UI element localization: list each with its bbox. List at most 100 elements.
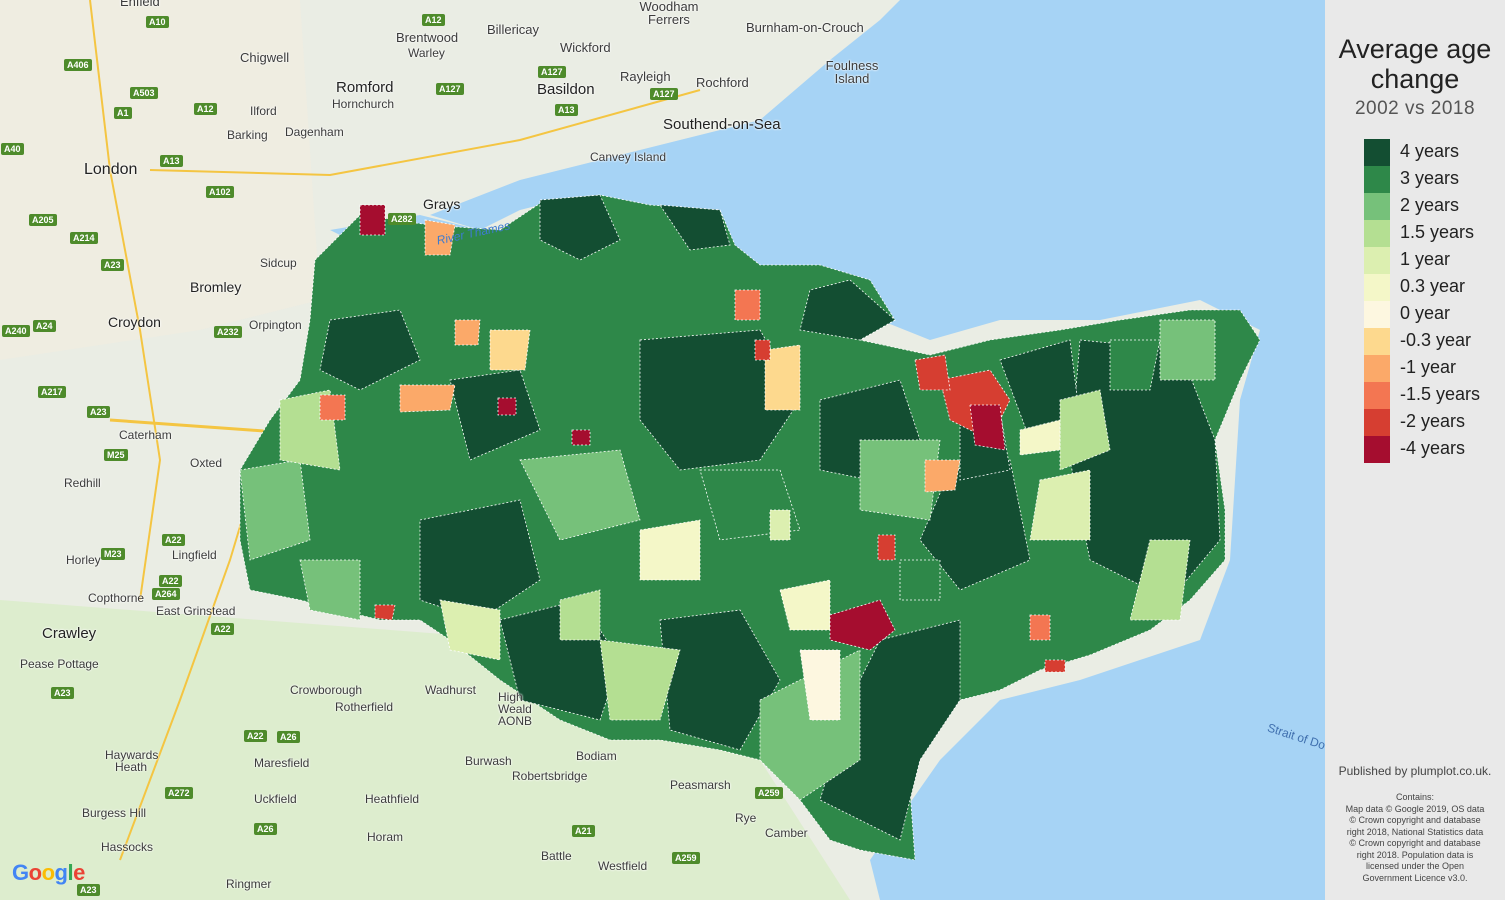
place-label: Oxted bbox=[190, 456, 223, 470]
place-label: Ilford bbox=[250, 104, 277, 118]
place-label: Foulness Island bbox=[825, 58, 879, 86]
road-shield: A503 bbox=[130, 87, 158, 99]
legend-swatch bbox=[1364, 355, 1390, 382]
legend-swatch bbox=[1364, 247, 1390, 274]
attribution: Contains: Map data © Google 2019, OS dat… bbox=[1333, 792, 1497, 884]
road-shield: A23 bbox=[51, 687, 74, 699]
legend-label: -4 years bbox=[1400, 438, 1466, 458]
road-shield: A127 bbox=[650, 88, 678, 100]
legend-swatch bbox=[1364, 436, 1390, 463]
place-label: Ringmer bbox=[226, 877, 272, 891]
legend-swatch bbox=[1364, 193, 1390, 220]
legend-label: 0.3 year bbox=[1400, 276, 1466, 296]
road-shield: A214 bbox=[70, 232, 98, 244]
road-shield: A40 bbox=[1, 143, 24, 155]
road-shield: A22 bbox=[244, 730, 267, 742]
place-label: Rotherfield bbox=[335, 700, 394, 714]
legend-label: 1 year bbox=[1400, 249, 1451, 269]
attribution-line: Contains: bbox=[1395, 792, 1435, 802]
attribution-line: right 2018. Population data is bbox=[1356, 849, 1474, 860]
place-label: Crowborough bbox=[290, 683, 363, 697]
place-label: Heathfield bbox=[365, 792, 420, 806]
legend-label: 3 years bbox=[1400, 168, 1460, 188]
place-label: Bromley bbox=[190, 279, 242, 295]
road-shield: A205 bbox=[29, 214, 57, 226]
attribution-line: Map data © Google 2019, OS data bbox=[1345, 803, 1485, 814]
place-label: Romford bbox=[336, 79, 394, 96]
place-label: East Grinstead bbox=[156, 604, 236, 618]
legend-label: -1 year bbox=[1400, 357, 1457, 377]
road-shield: M25 bbox=[104, 449, 128, 461]
road-shield: A13 bbox=[555, 104, 578, 116]
place-label: Robertsbridge bbox=[512, 769, 588, 783]
place-label: Croydon bbox=[108, 314, 161, 330]
road-shield: A22 bbox=[162, 534, 185, 546]
place-label: High Weald AONB bbox=[498, 690, 533, 728]
place-label: Bodiam bbox=[576, 749, 617, 763]
place-label: Crawley bbox=[42, 625, 97, 642]
road-shield: A127 bbox=[436, 83, 464, 95]
place-label: Lingfield bbox=[172, 548, 217, 562]
road-shield: A264 bbox=[152, 588, 180, 600]
road-shield: A22 bbox=[211, 623, 234, 635]
legend-label: 1.5 years bbox=[1400, 222, 1475, 242]
road-shield: A26 bbox=[254, 823, 277, 835]
road-shield: A12 bbox=[422, 14, 445, 26]
road-shield: A21 bbox=[572, 825, 595, 837]
place-label: Redhill bbox=[64, 476, 101, 490]
place-label: Wickford bbox=[560, 40, 611, 55]
road-shield: A217 bbox=[38, 386, 66, 398]
road-shield: A259 bbox=[672, 852, 700, 864]
legend-label: 2 years bbox=[1400, 195, 1460, 215]
place-label: Peasmarsh bbox=[670, 778, 731, 792]
road-shield: A24 bbox=[33, 320, 56, 332]
road-shield: A23 bbox=[87, 406, 110, 418]
place-label: Warley bbox=[408, 46, 445, 60]
road-shield: A13 bbox=[160, 155, 183, 167]
road-shield: A26 bbox=[277, 731, 300, 743]
road-shield: A127 bbox=[538, 66, 566, 78]
legend-swatch bbox=[1364, 220, 1390, 247]
place-label: Chigwell bbox=[240, 50, 290, 65]
place-label: Billericay bbox=[487, 22, 540, 37]
map-canvas bbox=[0, 0, 1325, 900]
place-label: Brentwood bbox=[396, 30, 459, 45]
place-label: Enfield bbox=[120, 0, 160, 9]
place-label: Hassocks bbox=[101, 840, 154, 854]
attribution-line: © Crown copyright and database bbox=[1349, 838, 1481, 848]
road-shield: A22 bbox=[159, 575, 182, 587]
legend-title-line1: Average age bbox=[1338, 34, 1492, 64]
place-label: Copthorne bbox=[88, 591, 145, 605]
place-label: Dagenham bbox=[285, 125, 344, 139]
road-shield: M23 bbox=[101, 548, 125, 560]
road-shield: A259 bbox=[755, 787, 783, 799]
place-label: Rye bbox=[735, 811, 757, 825]
road-shield: A406 bbox=[64, 59, 92, 71]
place-label: Southend-on-Sea bbox=[663, 116, 781, 133]
google-logo: Google bbox=[12, 860, 85, 885]
place-label: Haywards Heath bbox=[105, 748, 159, 774]
road-shield: A232 bbox=[214, 326, 242, 338]
place-label: Canvey Island bbox=[590, 150, 667, 164]
map-area[interactable]: Enfield Chigwell Brentwood Warley Biller… bbox=[0, 0, 1325, 900]
place-label: Maresfield bbox=[254, 756, 310, 770]
place-label: Pease Pottage bbox=[20, 657, 99, 671]
legend-swatch bbox=[1364, 382, 1390, 409]
place-label: Hornchurch bbox=[332, 97, 395, 111]
place-label: Burgess Hill bbox=[82, 806, 147, 820]
legend-swatch bbox=[1364, 139, 1390, 166]
legend-label: -0.3 year bbox=[1400, 330, 1472, 350]
road-shield: A282 bbox=[388, 213, 416, 225]
legend-label: -2 years bbox=[1400, 411, 1466, 431]
place-label: Wadhurst bbox=[425, 683, 476, 697]
place-label: Burnham-on-Crouch bbox=[746, 20, 864, 35]
legend-swatch bbox=[1364, 328, 1390, 355]
road-shield: A272 bbox=[165, 787, 193, 799]
road-shield: A1 bbox=[114, 107, 132, 119]
road-shield: A10 bbox=[146, 16, 169, 28]
published-by: Published by plumplot.co.uk. bbox=[1338, 764, 1492, 778]
legend-swatch bbox=[1364, 274, 1390, 301]
place-label: Orpington bbox=[249, 318, 302, 332]
place-label: Horam bbox=[367, 830, 404, 844]
attribution-line: right 2018, National Statistics data bbox=[1346, 826, 1484, 837]
